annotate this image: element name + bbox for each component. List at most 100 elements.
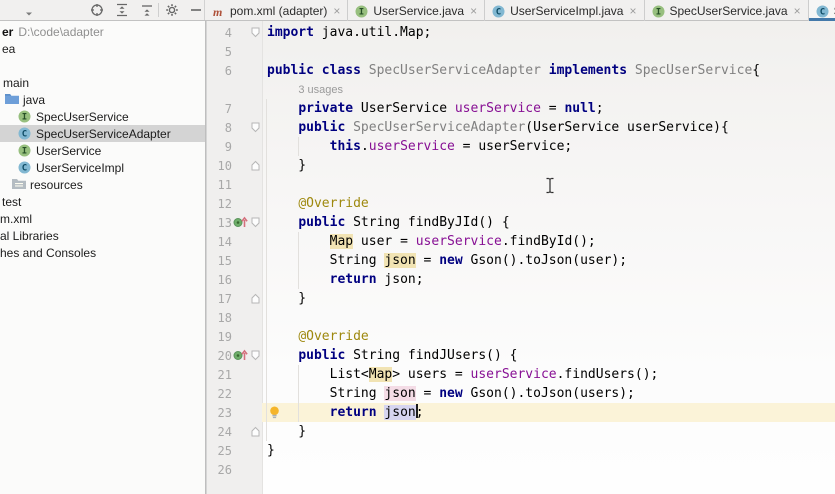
code-text: return json; [262,403,835,422]
tree-item-label: test [2,195,21,209]
code-line-16[interactable]: 16 return json; [207,270,835,289]
tree-item-java[interactable]: java [0,91,205,108]
fold-marker-icon[interactable] [250,293,261,304]
settings-gear-icon[interactable] [165,3,179,17]
gutter: 16 [207,270,262,289]
code-text: String json = new Gson().toJson(user); [262,251,835,270]
code-segment [267,82,298,97]
code-line-24[interactable]: 24 } [207,422,835,441]
override-method-icon[interactable] [233,349,250,362]
code-line-10[interactable]: 10 } [207,156,835,175]
collapse-all-icon[interactable] [140,3,154,17]
tree-item-main[interactable]: main [0,74,205,91]
code-editor[interactable]: 4import java.util.Map;56public class Spe… [207,21,835,494]
tree-item-al-libraries[interactable]: al Libraries [0,227,205,244]
code-line-20[interactable]: 20 public String findJUsers() { [207,346,835,365]
tree-item-test[interactable]: test [0,193,205,210]
svg-text:m: m [213,5,222,18]
tree-item-specuserservice[interactable]: ISpecUserService [0,108,205,125]
locate-icon[interactable] [90,3,104,17]
gutter-icon-slot [233,425,250,438]
text-cursor-pointer [545,177,555,194]
class-icon: C [18,127,32,140]
override-method-icon[interactable] [233,216,250,229]
code-line-9[interactable]: 9 this.userService = userService; [207,137,835,156]
code-line-21[interactable]: 21 List<Map> users = userService.findUse… [207,365,835,384]
fold-marker-icon[interactable] [250,27,261,38]
code-line-22[interactable]: 22 String json = new Gson().toJson(users… [207,384,835,403]
tab-specuserservice-java[interactable]: ISpecUserService.java× [645,0,809,21]
code-segment: json [384,405,415,420]
indent-guide [266,99,267,441]
close-icon[interactable]: × [333,5,340,17]
code-line-25[interactable]: 25} [207,441,835,460]
code-segment: new [439,253,462,268]
fold-marker-icon[interactable] [250,350,261,361]
code-line-18[interactable]: 18 [207,308,835,327]
fold-marker-icon[interactable] [250,426,261,437]
tab-pom-xml-adapter[interactable]: mpom.xml (adapter)× [205,0,348,21]
top-strip: mpom.xml (adapter)×IUserService.java×CUs… [0,0,835,21]
tab-userservice-java[interactable]: IUserService.java× [348,0,485,21]
code-line-8[interactable]: 8 public SpecUserServiceAdapter(UserServ… [207,118,835,137]
gutter-icon-slot [233,121,250,134]
code-line-13[interactable]: 13 public String findByJId() { [207,213,835,232]
code-segment [541,63,549,78]
code-text: } [262,422,835,441]
tree-item-ea[interactable]: ea [0,40,205,57]
close-icon[interactable]: × [794,5,801,17]
gutter: 10 [207,156,262,175]
close-icon[interactable]: × [629,5,636,17]
gutter: 15 [207,251,262,270]
close-icon[interactable]: × [470,5,477,17]
tab-specuserserviceadapter-java[interactable]: CSpecUserServiceAdapter.java× [809,0,835,21]
dropdown-arrow-icon[interactable] [24,6,38,20]
code-segment: 3 usages [298,84,343,96]
code-segment: .findById(); [502,234,596,249]
tree-item-m-xml[interactable]: m.xml [0,210,205,227]
code-line-19[interactable]: 19 @Override [207,327,835,346]
code-segment [267,215,298,230]
hide-panel-icon[interactable] [189,3,203,17]
tree-item-userserviceimpl[interactable]: CUserServiceImpl [0,159,205,176]
gutter: 11 [207,175,262,194]
tree-item-userservice[interactable]: IUserService [0,142,205,159]
code-line-26[interactable]: 26 [207,460,835,479]
gutter-icon-slot [233,102,250,115]
gutter: 25 [207,441,262,460]
code-text: public String findJUsers() { [262,346,835,365]
tree-item-label: ea [2,42,15,56]
expand-all-icon[interactable] [115,3,129,17]
fold-marker-icon[interactable] [250,217,261,228]
code-segment: (UserService userService){ [525,120,729,135]
gutter-icon-slot [233,311,250,324]
tree-item-hes-and-consoles[interactable]: hes and Consoles [0,244,205,261]
tab-userserviceimpl-java[interactable]: CUserServiceImpl.java× [485,0,644,21]
code-line-usages-hint[interactable]: 3 usages [207,80,835,99]
code-text: private UserService userService = null; [262,99,835,118]
code-line-11[interactable]: 11 [207,175,835,194]
code-line-15[interactable]: 15 String json = new Gson().toJson(user)… [207,251,835,270]
tree-item-specuserserviceadapter[interactable]: CSpecUserServiceAdapter [0,125,205,142]
code-line-6[interactable]: 6public class SpecUserServiceAdapter imp… [207,61,835,80]
fold-marker-icon[interactable] [250,160,261,171]
line-number: 6 [207,64,232,78]
code-line-7[interactable]: 7 private UserService userService = null… [207,99,835,118]
tree-item-er[interactable]: erD:\code\adapter [0,23,205,40]
code-line-5[interactable]: 5 [207,42,835,61]
code-segment [267,120,298,135]
line-number: 4 [207,26,232,40]
fold-marker-icon[interactable] [250,122,261,133]
code-line-23[interactable]: 23 return json; [207,403,835,422]
project-tree: erD:\code\adapter ea mainjavaISpecUserServ… [0,23,205,261]
intention-bulb-icon[interactable] [269,406,280,419]
code-line-14[interactable]: 14 Map user = userService.findById(); [207,232,835,251]
line-number: 14 [207,235,232,249]
tree-item-resources[interactable]: resources [0,176,205,193]
code-line-12[interactable]: 12 @Override [207,194,835,213]
line-number: 22 [207,387,232,401]
code-line-17[interactable]: 17 } [207,289,835,308]
line-number: 16 [207,273,232,287]
code-line-4[interactable]: 4import java.util.Map; [207,23,835,42]
gutter: 26 [207,460,262,479]
